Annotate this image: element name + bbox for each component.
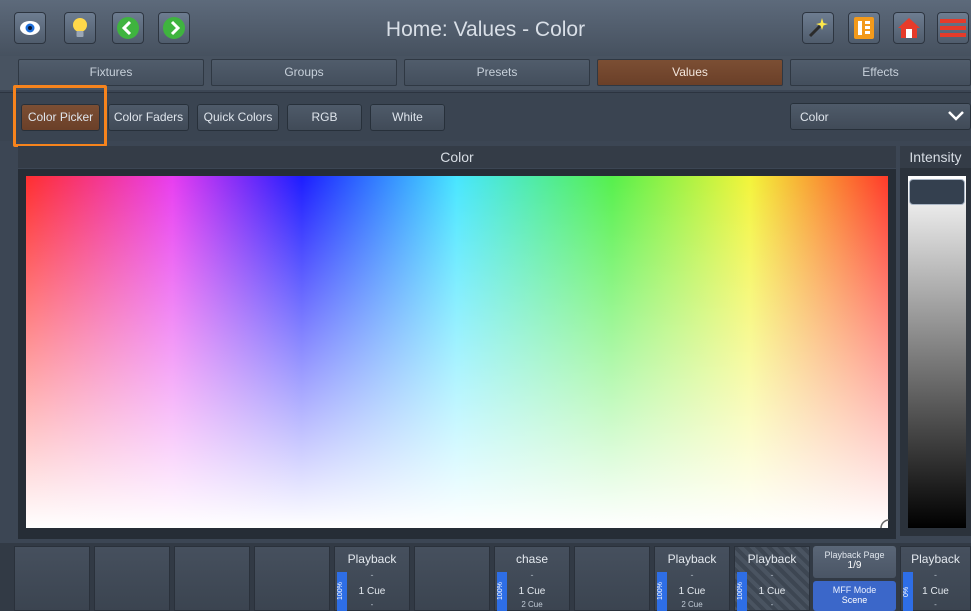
playback-next-cue: 2 Cue xyxy=(521,600,543,609)
mff-mode-value: Scene xyxy=(841,595,868,605)
playback-cue: 1 Cue xyxy=(922,586,949,597)
tab-effects[interactable]: Effects xyxy=(790,59,971,86)
playback-slot-empty[interactable] xyxy=(254,546,330,611)
playback-cue: 1 Cue xyxy=(518,586,546,597)
subtab-quick-colors[interactable]: Quick Colors xyxy=(197,104,279,131)
playback-slot-empty[interactable] xyxy=(174,546,250,611)
intensity-title: Intensity xyxy=(900,146,971,168)
tab-fixtures[interactable]: Fixtures xyxy=(18,59,204,86)
playback-list-icon[interactable] xyxy=(848,12,880,44)
playback-title: chase xyxy=(515,552,549,566)
playback-slot[interactable]: Playback - 100% 1 Cue 2 Cue xyxy=(654,546,730,611)
mff-mode-label: MFF Mode xyxy=(832,585,877,595)
playback-cue: 1 Cue xyxy=(358,586,386,597)
dropdown-value: Color xyxy=(800,110,829,124)
intensity-slider[interactable] xyxy=(908,176,966,528)
color-panel-title: Color xyxy=(18,146,896,168)
magic-wand-icon[interactable] xyxy=(802,12,834,44)
playback-slot-empty[interactable] xyxy=(574,546,650,611)
subtab-rgb[interactable]: RGB xyxy=(287,104,362,131)
playback-slot-empty[interactable] xyxy=(414,546,490,611)
mff-mode-button[interactable]: MFF Mode Scene xyxy=(813,581,896,611)
playback-next-cue: 2 Cue xyxy=(681,600,703,609)
tab-bar: Fixtures Groups Presets Values Effects xyxy=(0,56,971,90)
playback-title: Playback xyxy=(747,552,797,566)
intensity-handle[interactable] xyxy=(909,179,965,205)
playback-slot[interactable]: Playback - 100% 1 Cue - xyxy=(334,546,410,611)
color-picker-area[interactable] xyxy=(26,176,888,528)
selection-highlight xyxy=(13,85,107,147)
playback-title: Playback xyxy=(667,552,717,566)
parameter-dropdown[interactable]: Color xyxy=(790,103,971,130)
subtab-white[interactable]: White xyxy=(370,104,445,131)
playback-slot[interactable]: Playback - 100% 1 Cue - xyxy=(734,546,810,611)
playback-next-cue: - xyxy=(934,600,937,609)
playback-next-cue: - xyxy=(770,600,774,609)
playback-slot[interactable]: chase - 100% 1 Cue 2 Cue xyxy=(494,546,570,611)
tab-groups[interactable]: Groups xyxy=(211,59,397,86)
tab-presets[interactable]: Presets xyxy=(404,59,590,86)
playback-slot-empty[interactable] xyxy=(94,546,170,611)
playback-cue: 1 Cue xyxy=(678,586,706,597)
home-icon[interactable] xyxy=(893,12,925,44)
playback-title: Playback xyxy=(347,552,397,566)
playback-title: Playback xyxy=(911,552,960,566)
playback-cue: 1 Cue xyxy=(758,586,786,597)
playback-next-cue: - xyxy=(370,600,374,609)
chevron-down-icon xyxy=(948,111,964,121)
resize-handle-icon xyxy=(880,519,890,529)
playback-page-label: Playback Page xyxy=(824,550,885,560)
subtab-color-faders[interactable]: Color Faders xyxy=(108,104,189,131)
menu-icon[interactable] xyxy=(937,12,969,44)
playback-page-value: 1/9 xyxy=(847,560,862,571)
tab-values[interactable]: Values xyxy=(597,59,783,86)
playback-slot-empty[interactable] xyxy=(14,546,90,611)
playback-page-button[interactable]: Playback Page 1/9 xyxy=(813,546,896,578)
playback-slot[interactable]: Playback - 0% 1 Cue - xyxy=(900,546,971,611)
